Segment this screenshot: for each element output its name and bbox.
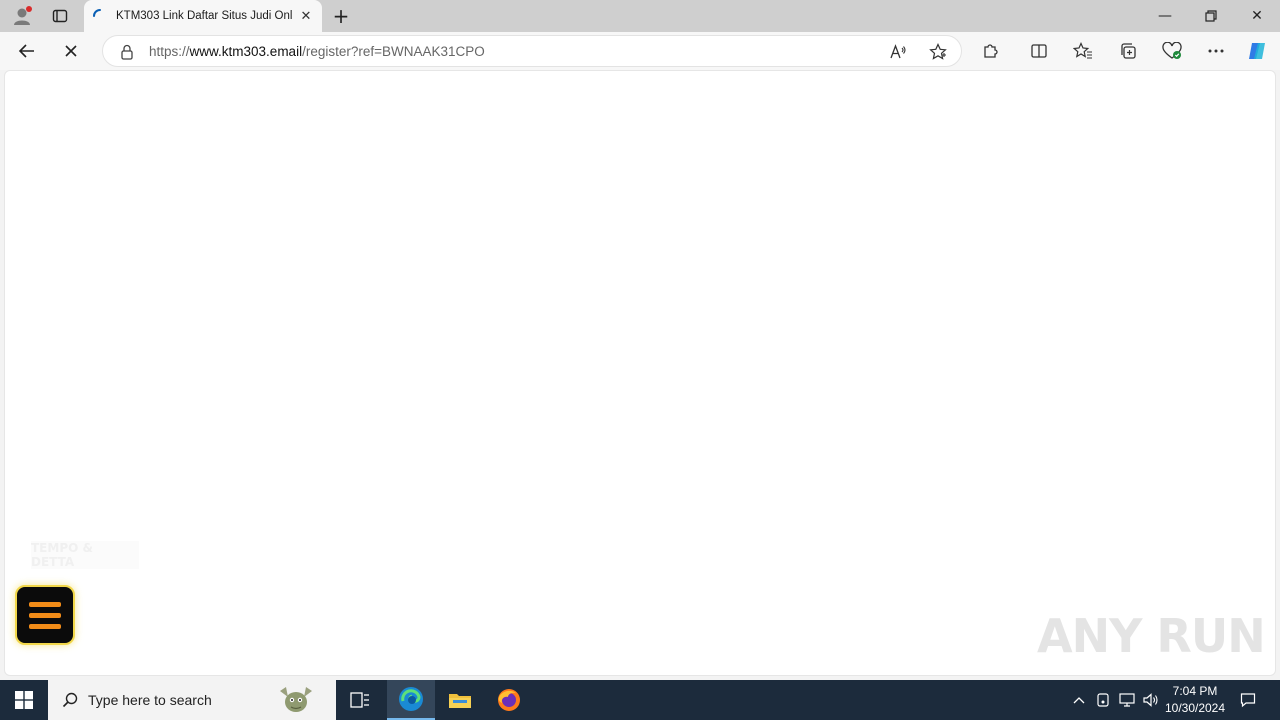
settings-more-button[interactable]: [1201, 36, 1231, 66]
floating-menu-button[interactable]: [15, 585, 75, 645]
copilot-icon: [1249, 43, 1265, 59]
collections-icon: [1121, 43, 1136, 59]
chevron-up-icon: [1073, 697, 1085, 704]
title-bar: KTM303 Link Daftar Situs Judi Online ✕ +…: [0, 0, 1280, 32]
clock-date: 10/30/2024: [1164, 701, 1226, 715]
collections-button[interactable]: [1113, 36, 1143, 66]
more-icon: [1208, 49, 1224, 53]
taskbar-edge[interactable]: [387, 680, 435, 720]
heart-pulse-icon: [1162, 42, 1182, 59]
back-arrow-icon: [18, 44, 34, 58]
new-tab-button[interactable]: +: [328, 0, 354, 32]
tab-actions-icon: [52, 9, 68, 23]
menu-bar-line: [29, 601, 61, 607]
lock-icon[interactable]: [117, 42, 137, 62]
taskbar-search[interactable]: Type here to search: [48, 680, 336, 720]
close-window-button[interactable]: ✕: [1234, 0, 1280, 32]
tray-volume[interactable]: [1140, 680, 1162, 720]
favorites-button[interactable]: [1068, 36, 1098, 66]
stop-icon: [65, 45, 77, 57]
floating-tooltip: TEMPO & DETTA: [31, 541, 139, 569]
split-screen-button[interactable]: [1024, 36, 1054, 66]
split-screen-icon: [1031, 44, 1047, 58]
extensions-button[interactable]: [976, 36, 1006, 66]
notification-icon: [1240, 693, 1256, 708]
task-view-button[interactable]: [336, 680, 384, 720]
taskbar: Type here to search 7:04 PM 10/30/2024: [0, 680, 1280, 720]
browser-essentials-button[interactable]: [1157, 36, 1187, 66]
url-host: www.ktm303.email: [189, 44, 303, 59]
back-button[interactable]: [12, 36, 42, 66]
network-icon: [1119, 693, 1135, 707]
profile-icon: [14, 6, 32, 25]
watermark: ANY RUN: [1037, 609, 1266, 663]
start-button[interactable]: [0, 680, 48, 720]
search-placeholder: Type here to search: [88, 692, 212, 708]
device-icon: [1097, 693, 1109, 707]
edge-icon: [399, 687, 423, 711]
address-bar[interactable]: https://www.ktm303.email/register?ref=BW…: [102, 35, 962, 67]
search-highlight-icon: [280, 687, 312, 712]
tab-close-icon[interactable]: ✕: [296, 6, 316, 26]
restore-icon: [1205, 10, 1217, 22]
favorites-icon: [1073, 42, 1092, 59]
taskbar-clock[interactable]: 7:04 PM 10/30/2024: [1160, 683, 1230, 717]
url-text[interactable]: https://www.ktm303.email/register?ref=BW…: [149, 44, 485, 59]
volume-icon: [1143, 693, 1158, 707]
profile-button[interactable]: [6, 0, 38, 32]
menu-bar-line: [29, 612, 61, 618]
read-aloud-icon[interactable]: [885, 39, 911, 65]
task-view-icon: [350, 692, 369, 708]
favorite-star-icon[interactable]: [925, 39, 951, 65]
page-content: TEMPO & DETTA ANY RUN: [4, 70, 1276, 676]
tab-active[interactable]: KTM303 Link Daftar Situs Judi Online ✕: [84, 0, 322, 32]
show-hidden-icons-button[interactable]: [1068, 680, 1090, 720]
stop-loading-button[interactable]: [56, 36, 86, 66]
url-path: /register?ref=BWNAAK31CPO: [302, 44, 485, 59]
taskbar-file-explorer[interactable]: [436, 680, 484, 720]
watermark-text: ANY RUN: [1037, 609, 1266, 663]
tray-network[interactable]: [1116, 680, 1138, 720]
puzzle-icon: [984, 44, 998, 58]
search-icon: [62, 692, 78, 708]
firefox-icon: [498, 689, 520, 711]
restore-button[interactable]: [1188, 0, 1234, 32]
folder-icon: [449, 694, 471, 708]
browser-toolbar: https://www.ktm303.email/register?ref=BW…: [0, 32, 1280, 70]
tray-meet-now[interactable]: [1092, 680, 1114, 720]
minimize-button[interactable]: —: [1142, 0, 1188, 32]
copilot-button[interactable]: [1242, 36, 1272, 66]
notification-center-button[interactable]: [1234, 680, 1262, 720]
loading-icon: [93, 9, 101, 17]
tab-actions-button[interactable]: [44, 0, 76, 32]
windows-logo-icon: [15, 691, 33, 709]
clock-time: 7:04 PM: [1172, 684, 1218, 698]
menu-bar-line: [29, 623, 61, 629]
tab-title: KTM303 Link Daftar Situs Judi Online: [116, 10, 292, 22]
url-scheme: https://: [149, 44, 190, 59]
taskbar-firefox[interactable]: [485, 680, 533, 720]
